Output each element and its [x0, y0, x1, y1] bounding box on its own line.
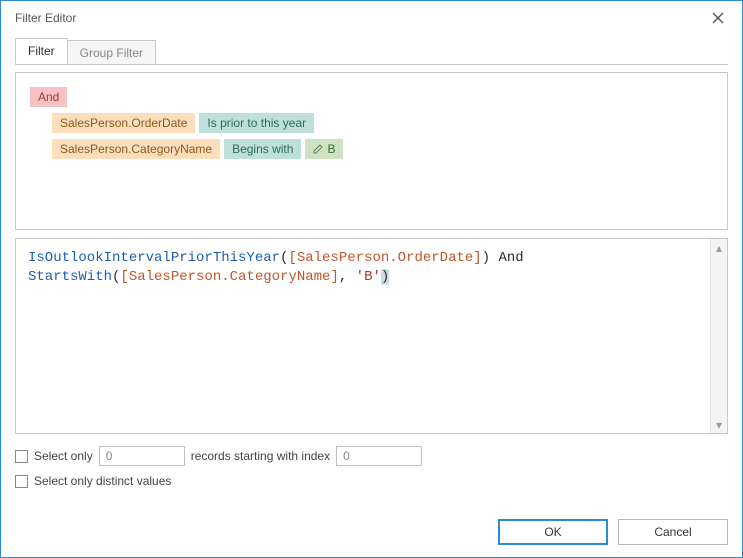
filter-tree-panel: And SalesPerson.OrderDate Is prior to th… — [15, 72, 728, 230]
condition-field[interactable]: SalesPerson.OrderDate — [52, 113, 195, 133]
close-icon — [712, 12, 724, 24]
expr-function: StartsWith — [28, 269, 112, 285]
expr-string: 'B' — [356, 269, 381, 285]
options-area: Select only records starting with index … — [15, 442, 728, 488]
filter-tree: And SalesPerson.OrderDate Is prior to th… — [30, 87, 713, 159]
expression-scrollbar[interactable]: ▴ ▾ — [710, 239, 727, 433]
expression-editor[interactable]: IsOutlookIntervalPriorThisYear([SalesPer… — [16, 239, 710, 433]
tab-group-filter[interactable]: Group Filter — [67, 40, 156, 64]
records-label: records starting with index — [191, 449, 330, 463]
content-area: Filter Group Filter And SalesPerson.Orde… — [1, 35, 742, 513]
ok-button[interactable]: OK — [498, 519, 608, 545]
condition-row-1: SalesPerson.OrderDate Is prior to this y… — [52, 113, 713, 133]
expression-panel: IsOutlookIntervalPriorThisYear([SalesPer… — [15, 238, 728, 434]
expr-keyword-and: And — [490, 250, 532, 266]
condition-operator[interactable]: Begins with — [224, 139, 301, 159]
scroll-up-icon[interactable]: ▴ — [711, 239, 727, 256]
condition-value-text: B — [327, 142, 335, 156]
window-title: Filter Editor — [15, 11, 704, 25]
start-index-input[interactable] — [336, 446, 422, 466]
group-operator-and[interactable]: And — [30, 87, 67, 107]
close-button[interactable] — [704, 6, 732, 30]
select-only-checkbox[interactable] — [15, 450, 28, 463]
distinct-label: Select only distinct values — [34, 474, 171, 488]
select-only-label: Select only — [34, 449, 93, 463]
titlebar: Filter Editor — [1, 1, 742, 35]
scroll-down-icon[interactable]: ▾ — [711, 416, 727, 433]
tab-filter[interactable]: Filter — [15, 38, 68, 64]
expr-function: IsOutlookIntervalPriorThisYear — [28, 250, 280, 266]
distinct-checkbox[interactable] — [15, 475, 28, 488]
expr-field: [SalesPerson.OrderDate] — [288, 250, 481, 266]
expr-paren-close: ) — [381, 269, 389, 285]
tab-bar: Filter Group Filter — [15, 39, 728, 65]
pencil-icon — [313, 144, 323, 154]
expr-paren-close: ) — [482, 250, 490, 266]
expr-comma: , — [339, 269, 356, 285]
root-group: And — [30, 87, 713, 107]
condition-row-2: SalesPerson.CategoryName Begins with B — [52, 139, 713, 159]
distinct-row: Select only distinct values — [15, 474, 728, 488]
cancel-button[interactable]: Cancel — [618, 519, 728, 545]
filter-editor-window: Filter Editor Filter Group Filter And Sa… — [0, 0, 743, 558]
condition-field[interactable]: SalesPerson.CategoryName — [52, 139, 220, 159]
select-only-row: Select only records starting with index — [15, 446, 728, 466]
footer: OK Cancel — [1, 513, 742, 557]
record-count-input[interactable] — [99, 446, 185, 466]
expr-field: [SalesPerson.CategoryName] — [120, 269, 338, 285]
condition-operator[interactable]: Is prior to this year — [199, 113, 314, 133]
condition-value[interactable]: B — [305, 139, 343, 159]
